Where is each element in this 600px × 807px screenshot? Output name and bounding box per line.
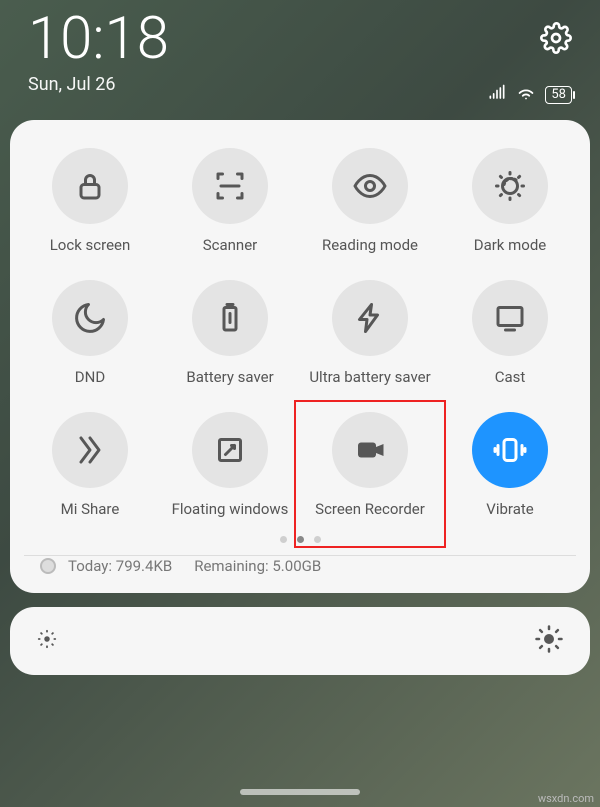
clock-time: 10:18 [28, 10, 169, 68]
usage-ring-icon [40, 558, 56, 574]
tile-label: Ultra battery saver [309, 368, 430, 386]
tile-cast[interactable]: Cast [440, 280, 580, 386]
brightness-slider[interactable] [10, 607, 590, 675]
pager-dot [297, 536, 304, 543]
settings-icon[interactable] [540, 22, 572, 58]
tile-label: Mi Share [61, 500, 120, 518]
tile-label: Screen Recorder [315, 500, 425, 518]
wifi-icon [515, 82, 537, 108]
tile-label: Lock screen [50, 236, 131, 254]
tile-dark-mode[interactable]: Dark mode [440, 148, 580, 254]
watermark: wsxdn.com [538, 792, 594, 805]
tile-label: Reading mode [322, 236, 418, 254]
signal-icon [487, 83, 507, 107]
moon-icon [52, 280, 128, 356]
tile-floating-window[interactable]: Floating windows [160, 412, 300, 518]
eye-icon [332, 148, 408, 224]
tile-label: Cast [495, 368, 526, 386]
cast-icon [472, 280, 548, 356]
battery-icon [192, 280, 268, 356]
status-icons: 58 [487, 82, 572, 108]
status-date: Sun, Jul 26 [28, 74, 169, 95]
video-icon [332, 412, 408, 488]
tile-scanner[interactable]: Scanner [160, 148, 300, 254]
tile-battery-saver[interactable]: Battery saver [160, 280, 300, 386]
tile-label: Floating windows [172, 500, 289, 518]
floating-icon [192, 412, 268, 488]
tile-vibrate[interactable]: Vibrate [440, 412, 580, 518]
quick-settings-panel: Lock screen Scanner Reading mode Dark mode D… [10, 120, 590, 593]
darkmode-icon [472, 148, 548, 224]
tile-screen-recorder[interactable]: Screen Recorder [300, 412, 440, 518]
bolt-icon [332, 280, 408, 356]
tile-label: Battery saver [186, 368, 273, 386]
data-usage-row[interactable]: Today: 799.4KB Remaining: 5.00GB [40, 557, 560, 575]
tile-ultra-battery[interactable]: Ultra battery saver [300, 280, 440, 386]
tile-label: Dark mode [474, 236, 547, 254]
tile-label: Vibrate [486, 500, 533, 518]
mishare-icon [52, 412, 128, 488]
tile-mi-share[interactable]: Mi Share [20, 412, 160, 518]
lock-icon [52, 148, 128, 224]
home-handle[interactable] [240, 789, 360, 795]
tile-lock-screen[interactable]: Lock screen [20, 148, 160, 254]
battery-indicator: 58 [545, 86, 572, 104]
page-indicator [20, 536, 580, 543]
pager-dot [280, 536, 287, 543]
pager-dot [314, 536, 321, 543]
vibrate-icon [472, 412, 548, 488]
tile-reading-mode[interactable]: Reading mode [300, 148, 440, 254]
brightness-low-icon [36, 628, 58, 654]
brightness-high-icon [534, 624, 564, 658]
tile-dnd[interactable]: DND [20, 280, 160, 386]
scanner-icon [192, 148, 268, 224]
tile-label: DND [75, 368, 105, 386]
tile-label: Scanner [203, 236, 258, 254]
